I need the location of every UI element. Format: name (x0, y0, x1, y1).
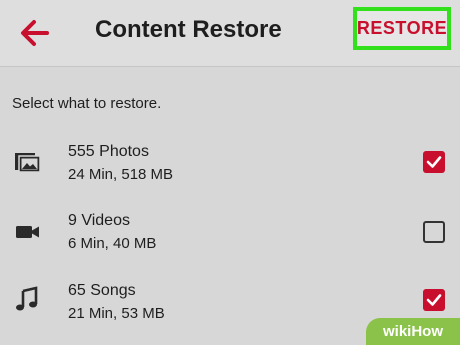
page-title: Content Restore (95, 16, 282, 43)
item-name: 555 Photos (68, 143, 149, 160)
item-meta: 6 Min, 40 MB (68, 235, 157, 252)
item-name: 9 Videos (68, 212, 130, 229)
checkbox-songs[interactable] (423, 289, 445, 311)
music-note-icon (14, 285, 42, 313)
list-item-photos[interactable]: 555 Photos 24 Min, 518 MB (0, 140, 460, 200)
check-icon (426, 156, 442, 168)
checkbox-videos[interactable] (423, 221, 445, 243)
section-label: Select what to restore. (12, 95, 162, 112)
back-button[interactable] (18, 18, 50, 48)
video-camera-icon (14, 217, 42, 245)
restore-button[interactable]: RESTORE (353, 7, 451, 50)
checkbox-photos[interactable] (423, 151, 445, 173)
top-app-bar: Content Restore RESTORE (0, 0, 460, 67)
item-meta: 24 Min, 518 MB (68, 166, 174, 183)
item-meta: 21 Min, 53 MB (68, 305, 165, 322)
photos-icon (14, 148, 42, 176)
list-item-videos[interactable]: 9 Videos 6 Min, 40 MB (0, 209, 460, 269)
arrow-left-icon (21, 20, 49, 46)
wikihow-watermark: wikiHow (366, 318, 460, 345)
check-icon (426, 294, 442, 306)
item-name: 65 Songs (68, 282, 136, 299)
